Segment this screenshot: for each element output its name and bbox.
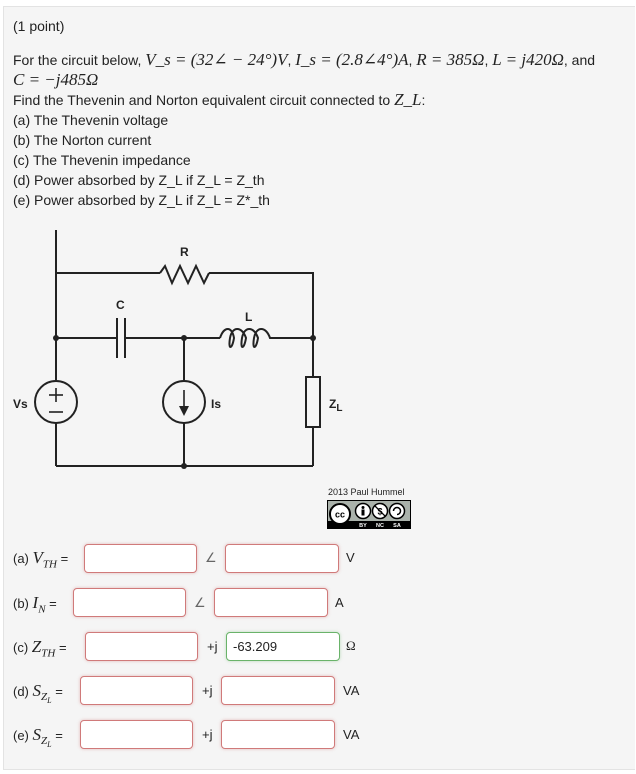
given-vs: V_s = (32∠ − 24°)V [145,50,288,69]
label-vs: Vs [13,397,28,411]
se-real-input[interactable] [80,720,193,749]
label-zl: ZL [329,397,342,414]
given-r: R = 385Ω [416,50,485,69]
unit-va: VA [343,683,360,698]
answer-c-label: (c) ZTH = [13,637,67,660]
points-label: (1 point) [13,18,65,34]
given-l: L = j420Ω [492,50,564,69]
inductor-symbol [219,328,276,348]
angle-symbol: ∠ [194,595,206,610]
vth-angle-input[interactable] [225,544,339,573]
sd-imag-input[interactable] [221,676,335,705]
svg-text:cc: cc [335,510,345,520]
current-arrow-icon [179,406,189,416]
svg-text:SA: SA [393,523,401,529]
task-e: (e) Power absorbed by Z_L if Z_L = Z*_th [13,192,270,208]
task-d: (d) Power absorbed by Z_L if Z_L = Z_th [13,172,265,188]
in-magnitude-input[interactable] [73,588,186,617]
cc-license-badge: cc $ BY NC SA [327,500,411,529]
svg-text:NC: NC [376,523,384,529]
problem-statement: For the circuit below, V_s = (32∠ − 24°)… [13,50,596,69]
label-r: R [180,245,189,259]
task-a: (a) The Thevenin voltage [13,112,169,128]
node [310,335,316,341]
vth-magnitude-input[interactable] [84,544,197,573]
se-imag-input[interactable] [221,720,335,749]
node [53,335,59,341]
find-text: Find the Thevenin and Norton equivalent … [13,92,391,108]
zth-imag-input[interactable] [226,632,340,661]
find-target: Z_L [394,90,422,109]
plus-j-label: +j [202,683,213,698]
wire-top-left [55,230,57,277]
in-angle-input[interactable] [214,588,328,617]
zth-real-input[interactable] [85,632,198,661]
label-l: L [245,310,252,324]
circuit-diagram: R C L Vs Is ZL [13,230,342,469]
sd-real-input[interactable] [80,676,193,705]
intro-text: For the circuit below, [13,52,142,68]
load-impedance-symbol [305,376,321,428]
unit-ohms: Ω [346,638,356,653]
answer-d-label: (d) SZL = [13,681,63,706]
task-c: (c) The Thevenin impedance [13,152,191,168]
and-text: and [571,52,596,68]
find-line: Find the Thevenin and Norton equivalent … [13,90,426,109]
answer-b-label: (b) IN = [13,593,57,616]
given-c: C = −j485Ω [13,70,99,89]
node [181,335,187,341]
credit-text: 2013 Paul Hummel [328,487,405,497]
task-b: (b) The Norton current [13,132,152,148]
unit-amps: A [335,595,344,610]
svg-text:BY: BY [359,523,367,529]
plus-j-label: +j [202,727,213,742]
sa-icon [388,502,406,520]
given-is: I_s = (2.8∠4°)A [295,50,409,69]
plus-j-label: +j [207,639,218,654]
label-c: C [116,298,125,312]
node [181,463,187,469]
unit-volts: V [346,550,355,565]
resistor-symbol [159,263,210,286]
label-is: Is [211,397,221,411]
answer-e-label: (e) SZL = [13,725,63,750]
unit-va: VA [343,727,360,742]
answer-a-label: (a) VTH = [13,548,69,571]
angle-symbol: ∠ [205,550,217,565]
